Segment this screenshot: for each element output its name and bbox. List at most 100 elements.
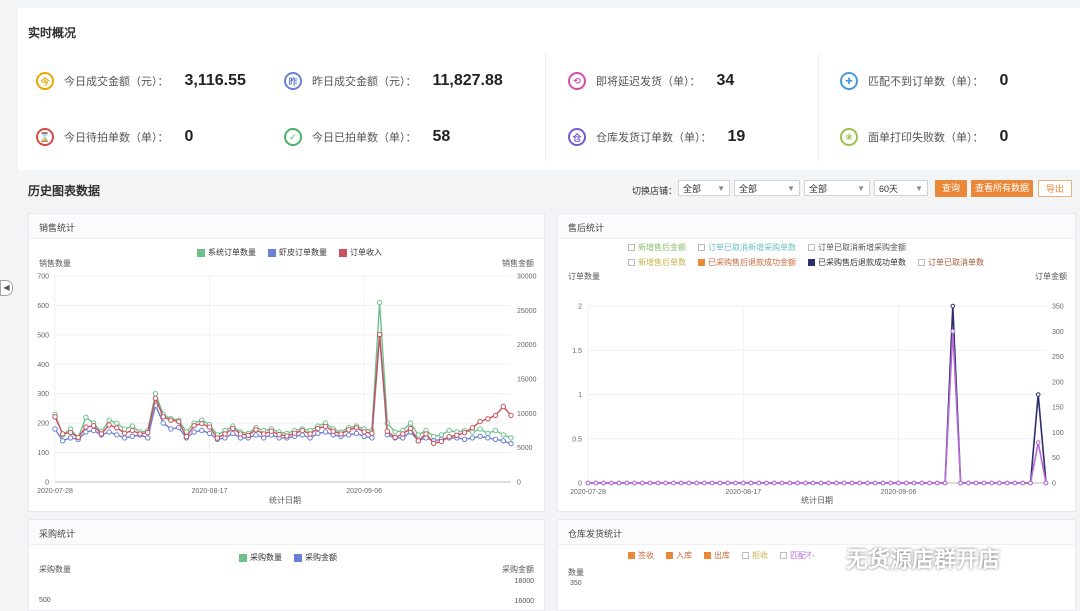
data-point xyxy=(779,480,785,486)
wechat-icon xyxy=(810,547,839,569)
data-point xyxy=(199,420,205,427)
data-point xyxy=(733,480,738,486)
period-select[interactable]: 60天 ▼ xyxy=(874,180,928,196)
filter-select-3[interactable]: 全部 ▼ xyxy=(804,180,870,196)
checkbox-checked[interactable] xyxy=(666,552,673,559)
export-button[interactable]: 导出 xyxy=(1038,180,1072,197)
checkbox[interactable] xyxy=(742,552,749,559)
y2-tick-label: 200 xyxy=(1052,379,1064,386)
sales-chart: 700 600 500 400 300 200 100 0 30000 25000 20000 150… xyxy=(37,274,537,496)
x-tick-label: 2020-08-17 xyxy=(192,488,228,495)
data-point xyxy=(927,480,932,486)
stat-value: 0 xyxy=(999,72,1009,89)
checkbox[interactable] xyxy=(780,552,787,559)
x-tick-label: 2020-08-17 xyxy=(725,489,761,496)
data-point xyxy=(973,480,979,486)
data-point xyxy=(469,425,476,431)
data-point xyxy=(299,427,305,434)
data-point xyxy=(307,431,313,437)
y-tick-label: 2 xyxy=(578,304,582,311)
data-point xyxy=(454,432,460,439)
y2-tick-label: 25000 xyxy=(517,308,537,315)
checkbox-checked[interactable] xyxy=(628,552,635,559)
data-point xyxy=(810,480,816,486)
stat-icon: ❀ xyxy=(840,128,858,146)
legend-item[interactable]: 出库 xyxy=(704,550,730,561)
data-point xyxy=(230,425,236,432)
legend-item[interactable]: 拒收 xyxy=(742,550,768,561)
legend-item[interactable]: 采购数量 xyxy=(239,552,282,563)
data-point xyxy=(958,480,963,486)
data-point xyxy=(75,434,81,441)
data-point xyxy=(741,480,746,486)
filter-select-1[interactable]: 全部 ▼ xyxy=(678,180,730,196)
y2-tick-label: 5000 xyxy=(517,445,533,452)
y2-tick-label: 0 xyxy=(517,480,521,487)
stat-item: 仓仓库发货订单数（单）： 19 xyxy=(568,122,745,152)
filter-select-2[interactable]: 全部 ▼ xyxy=(734,180,800,196)
stat-value: 11,827.88 xyxy=(432,72,503,89)
data-point xyxy=(717,480,723,486)
data-point xyxy=(431,433,437,440)
stat-label: 即将延迟发货（单）： xyxy=(596,76,701,88)
data-point xyxy=(942,480,948,486)
shop-switch-label: 切换店铺： xyxy=(632,186,678,196)
data-point xyxy=(121,430,128,436)
data-point xyxy=(206,424,213,430)
stat-value: 34 xyxy=(716,72,735,89)
legend-item[interactable]: 匹配不 xyxy=(780,550,814,561)
data-point xyxy=(997,480,1002,486)
y2-tick-label: 300 xyxy=(1052,329,1064,336)
sales-card: 销售统计 系统订单数量 虾皮订单数量 订单收入 销售数量 销售金额 统计日期 7… xyxy=(28,213,545,512)
y-tick-label: 500 xyxy=(39,597,51,604)
stat-icon: ✚ xyxy=(840,72,858,90)
data-point xyxy=(114,420,120,426)
data-point xyxy=(438,432,445,438)
y2-tick-label: 18000 xyxy=(514,578,534,585)
data-point xyxy=(245,432,251,439)
legend-label: 签收 xyxy=(638,551,654,560)
legend-item[interactable]: 采购金额 xyxy=(294,552,337,563)
y2-tick-label: 150 xyxy=(1052,405,1064,412)
data-point xyxy=(291,430,298,436)
data-point xyxy=(52,426,58,432)
collapse-sidebar-icon[interactable]: ◀ xyxy=(0,280,13,296)
view-all-data-button[interactable]: 查看所有数据 xyxy=(971,180,1033,197)
series-line xyxy=(588,331,1047,484)
card-title: 仓库发货统计 xyxy=(568,529,623,539)
data-point xyxy=(384,428,390,434)
checkbox-checked[interactable] xyxy=(704,552,711,559)
data-point xyxy=(222,431,228,437)
legend-item[interactable]: 入库 xyxy=(666,550,692,561)
data-point xyxy=(176,418,182,425)
data-point xyxy=(52,414,58,420)
data-point xyxy=(492,436,499,443)
data-point xyxy=(415,438,421,444)
aftersale-card: 售后统计 新增售后金额 订单已取消新增采购单数 订单已取消新增采购金额 新增售后… xyxy=(557,213,1076,512)
x-tick-label: 2020-07-28 xyxy=(37,488,73,495)
warehouse-legend: 签收 入库 出库 拒收 匹配不 xyxy=(628,550,826,561)
y-axis-label: 数量 xyxy=(568,568,584,577)
data-point xyxy=(322,429,329,435)
card-header: 采购统计 xyxy=(29,520,544,545)
data-point xyxy=(214,435,221,441)
data-point xyxy=(950,329,956,334)
legend-item[interactable]: 签收 xyxy=(628,550,654,561)
stat-icon: ⌛ xyxy=(36,128,54,146)
data-point xyxy=(508,412,514,419)
data-point xyxy=(361,433,367,440)
data-point xyxy=(191,429,197,435)
data-point xyxy=(795,480,800,486)
data-point xyxy=(896,480,901,486)
data-point xyxy=(230,430,236,437)
legend-label: 出库 xyxy=(714,551,730,560)
data-point xyxy=(106,417,112,423)
stat-value: 19 xyxy=(727,128,746,145)
data-point xyxy=(261,431,267,437)
data-point xyxy=(508,441,514,447)
data-point xyxy=(841,480,847,486)
data-point xyxy=(106,429,112,435)
y2-tick-label: 20000 xyxy=(517,342,537,349)
query-button[interactable]: 查询 xyxy=(935,180,967,197)
legend-label: 拒收 xyxy=(752,551,768,560)
